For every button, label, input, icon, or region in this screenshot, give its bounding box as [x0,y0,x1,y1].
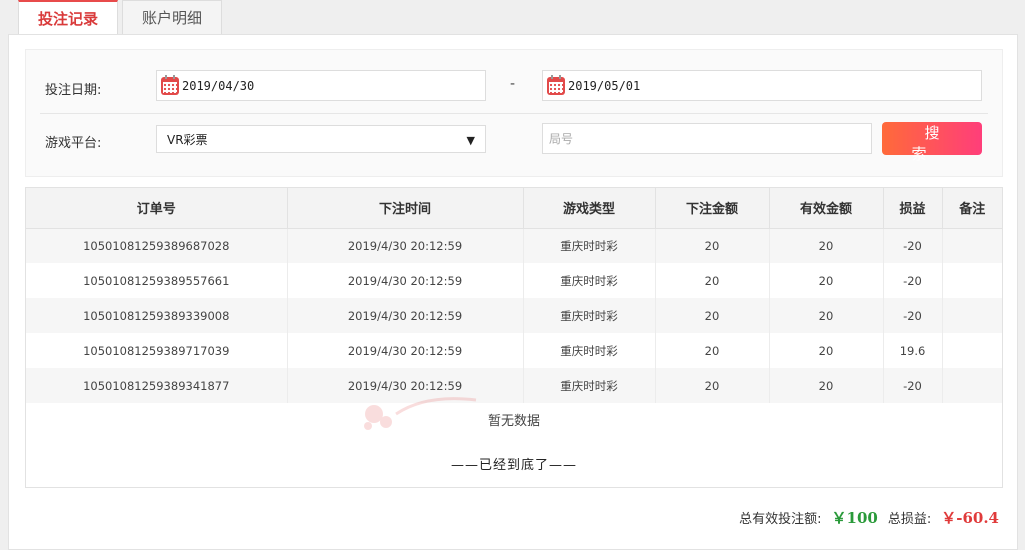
cell-valid-amount: 20 [769,333,884,368]
cell-profit: -20 [883,228,943,263]
calendar-icon[interactable] [547,74,565,95]
total-valid-bet-label: 总有效投注额: [739,512,822,527]
cell-profit: -20 [883,298,943,333]
cell-game-type: 重庆时时彩 [523,368,656,403]
cell-order-number: 10501081259389557661 [26,263,288,298]
tab-account-details[interactable]: 账户明细 [122,0,223,34]
cell-order-number: 10501081259389717039 [26,333,288,368]
header-profit[interactable]: 损益 [883,188,943,229]
platform-value: VR彩票 [167,132,208,147]
cell-valid-amount: 20 [769,263,884,298]
end-of-list-text: ——已经到底了—— [450,458,577,473]
dropdown-arrow-icon: ▼ [466,134,475,147]
cell-bet-time: 2019/4/30 20:12:59 [287,368,524,403]
header-game-type[interactable]: 游戏类型 [523,188,656,229]
cell-valid-amount: 20 [769,368,884,403]
cell-valid-amount: 20 [769,228,884,263]
total-profit-value: ￥-60.4 [941,509,999,527]
search-button[interactable]: 搜索 [882,122,982,163]
date-label: 投注日期: [45,83,102,98]
cell-profit: 19.6 [883,333,943,368]
header-bet-time[interactable]: 下注时间 [287,188,524,229]
table-row: 10501081259389557661 2019/4/30 20:12:59 … [26,263,1002,298]
platform-select[interactable]: VR彩票 ▼ [156,125,486,153]
cell-bet-amount: 20 [655,333,770,368]
cell-profit: -20 [883,368,943,403]
filter-panel: 投注日期: 2019/04/30 - 2019/05/01 游戏平台: VR彩票… [25,49,1003,177]
cell-order-number: 10501081259389339008 [26,298,288,333]
cell-bet-time: 2019/4/30 20:12:59 [287,333,524,368]
main-panel: 投注日期: 2019/04/30 - 2019/05/01 游戏平台: VR彩票… [8,34,1018,550]
header-order-number[interactable]: 订单号 [26,188,288,229]
cell-bet-amount: 20 [655,368,770,403]
tab-bet-records[interactable]: 投注记录 [18,0,119,35]
cell-remark [942,333,1002,368]
cell-bet-time: 2019/4/30 20:12:59 [287,228,524,263]
cell-bet-time: 2019/4/30 20:12:59 [287,298,524,333]
end-date-field[interactable]: 2019/05/01 [542,70,982,101]
cell-bet-time: 2019/4/30 20:12:59 [287,263,524,298]
bet-records-table: 订单号 下注时间 游戏类型 下注金额 有效金额 损益 备注 1050108125… [25,187,1003,488]
table-header-row: 订单号 下注时间 游戏类型 下注金额 有效金额 损益 备注 [26,188,1002,229]
cell-remark [942,263,1002,298]
cell-bet-amount: 20 [655,263,770,298]
cell-remark [942,368,1002,403]
table-row: 10501081259389339008 2019/4/30 20:12:59 … [26,298,1002,333]
tab-bar: 投注记录 账户明细 [18,0,226,35]
cell-valid-amount: 20 [769,298,884,333]
date-separator: - [510,76,516,92]
cell-profit: -20 [883,263,943,298]
cell-game-type: 重庆时时彩 [523,263,656,298]
cell-remark [942,228,1002,263]
summary-bar: 总有效投注额: ￥100 总损益: ￥-60.4 [739,507,999,528]
end-date-value: 2019/05/01 [568,78,641,93]
start-date-field[interactable]: 2019/04/30 [156,70,486,101]
cell-game-type: 重庆时时彩 [523,333,656,368]
table-row: 10501081259389687028 2019/4/30 20:12:59 … [26,228,1002,263]
table-row: 10501081259389341877 2019/4/30 20:12:59 … [26,368,1002,403]
start-date-value: 2019/04/30 [182,78,255,93]
cell-bet-amount: 20 [655,228,770,263]
cell-game-type: 重庆时时彩 [523,228,656,263]
header-valid-amount[interactable]: 有效金额 [769,188,884,229]
header-bet-amount[interactable]: 下注金额 [655,188,770,229]
cell-remark [942,298,1002,333]
cell-order-number: 10501081259389687028 [26,228,288,263]
cell-bet-amount: 20 [655,298,770,333]
empty-data-text: 暂无数据 [487,414,540,429]
total-valid-bet-value: ￥100 [831,509,878,527]
platform-label: 游戏平台: [45,136,102,151]
total-profit-label: 总损益: [887,512,932,527]
filter-divider [40,113,988,114]
table-row: 10501081259389717039 2019/4/30 20:12:59 … [26,333,1002,368]
cell-order-number: 10501081259389341877 [26,368,288,403]
cell-game-type: 重庆时时彩 [523,298,656,333]
header-remark[interactable]: 备注 [942,188,1002,229]
calendar-icon[interactable] [161,74,179,95]
round-number-input[interactable] [542,123,872,154]
